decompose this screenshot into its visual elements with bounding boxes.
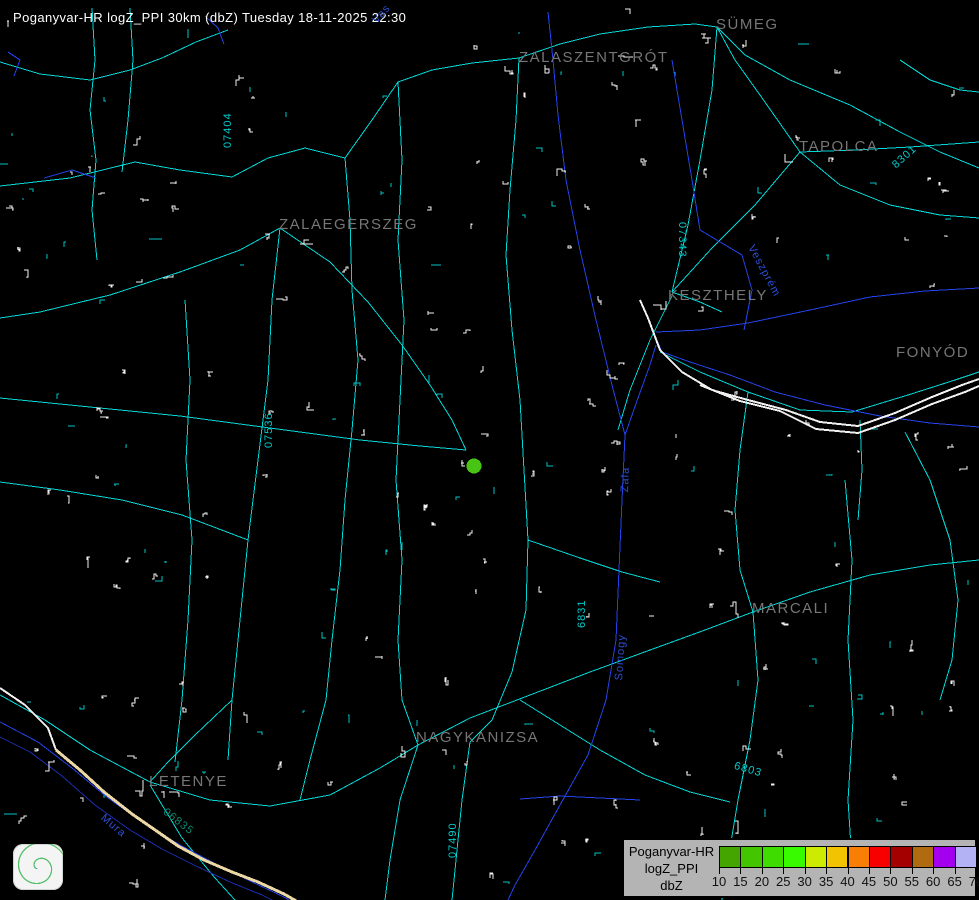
radar-viewport: Poganyvar-HR logZ_PPI 30km (dbZ) Tuesday… <box>0 0 979 900</box>
legend-color-box <box>869 846 891 868</box>
roads-layer <box>0 8 979 900</box>
radar-echo-layer <box>467 459 482 474</box>
legend-color-box <box>805 846 827 868</box>
country-border-layer <box>56 750 298 900</box>
legend-color-box <box>848 846 870 868</box>
legend-color-box <box>740 846 762 868</box>
legend-color-box <box>955 846 977 868</box>
legend-color-box <box>933 846 955 868</box>
legend-color-box <box>912 846 934 868</box>
legend-panel: Poganyvar-HR logZ_PPI dbZ 10152025303540… <box>622 838 977 898</box>
legend-color-box <box>890 846 912 868</box>
legend-color-box <box>719 846 741 868</box>
legend-tick-label: 70 <box>962 874 979 889</box>
spiral-icon <box>13 844 63 890</box>
legend-station-label: Poganyvar-HR <box>624 843 719 860</box>
radar-echo <box>467 459 482 474</box>
rivers-layer <box>0 12 979 900</box>
spiral-stroke <box>18 844 63 884</box>
legend-color-box <box>826 846 848 868</box>
weather-service-logo <box>13 844 63 890</box>
legend-color-box <box>783 846 805 868</box>
legend-color-scale: 10152025303540455055606570 <box>719 846 976 898</box>
radar-map-canvas <box>0 0 979 900</box>
legend-color-box <box>762 846 784 868</box>
settlements-layer <box>0 9 979 887</box>
